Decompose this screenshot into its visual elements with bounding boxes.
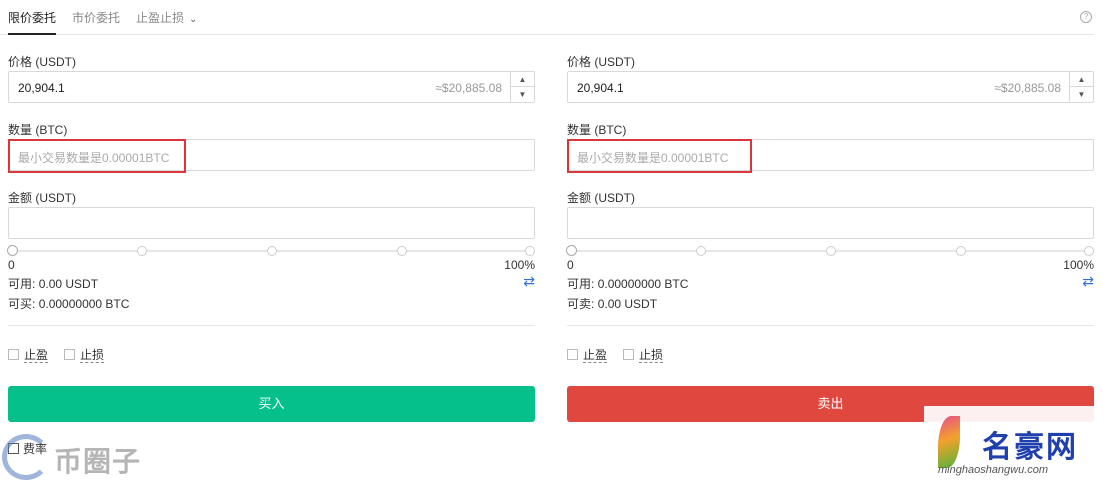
sell-price-label: 价格 (USDT) — [567, 55, 635, 69]
buy-stop-loss-label: 止损 — [80, 348, 105, 363]
buy-available-value: 0.00 USDT — [38, 277, 99, 291]
sell-total-label: 金额 (USDT) — [567, 191, 635, 205]
sell-available-value: 0.00000000 BTC — [597, 277, 689, 291]
swap-arrows-icon[interactable]: ⇄ — [523, 273, 535, 290]
buy-can-value: 0.00000000 BTC — [38, 297, 130, 311]
watermark-right-text: 名豪网 — [982, 431, 1078, 464]
watermark-logo-icon — [2, 434, 50, 480]
slider-min-label: 0 — [567, 258, 574, 272]
buy-price-stepper: ▲ ▼ — [510, 72, 534, 102]
buy-stop-loss-checkbox[interactable]: 止损 — [64, 346, 105, 363]
buy-percent-slider[interactable] — [7, 245, 535, 256]
slider-mark-25[interactable] — [137, 246, 147, 256]
watermark-left-text: 币圈子 — [54, 446, 142, 477]
caret-up-icon[interactable]: ▲ — [1070, 72, 1093, 87]
buy-take-profit-label: 止盈 — [24, 348, 49, 363]
slider-handle[interactable] — [566, 245, 577, 256]
caret-up-icon[interactable]: ▲ — [511, 72, 534, 87]
sell-total-input[interactable] — [567, 207, 1094, 239]
buy-available-label: 可用: — [8, 277, 36, 291]
checkbox-box[interactable] — [8, 349, 19, 360]
sell-price-value: 20,904.1 — [577, 81, 624, 95]
sell-available-label: 可用: — [567, 277, 595, 291]
sell-can-value: 0.00 USDT — [597, 297, 658, 311]
buy-available: 可用: 0.00 USDT — [8, 275, 98, 292]
caret-down-icon[interactable]: ▼ — [1070, 87, 1093, 102]
slider-mark-100[interactable] — [1084, 246, 1094, 256]
sell-take-profit-label: 止盈 — [583, 348, 608, 363]
sell-stop-loss-checkbox[interactable]: 止损 — [623, 346, 664, 363]
slider-mark-75[interactable] — [397, 246, 407, 256]
watermark-left: 币圈子 — [0, 430, 160, 482]
buy-take-profit-checkbox[interactable]: 止盈 — [8, 346, 49, 363]
slider-max-label: 100% — [504, 258, 535, 272]
buy-price-label: 价格 (USDT) — [8, 55, 76, 69]
buy-amount-highlight — [8, 139, 186, 173]
checkbox-box[interactable] — [64, 349, 75, 360]
sell-can-label: 可卖: — [567, 297, 595, 311]
slider-min-label: 0 — [8, 258, 15, 272]
sell-available: 可用: 0.00000000 BTC — [567, 275, 688, 292]
divider — [567, 325, 1094, 326]
caret-down-icon[interactable]: ▼ — [511, 87, 534, 102]
slider-handle[interactable] — [7, 245, 18, 256]
sell-price-stepper: ▲ ▼ — [1069, 72, 1093, 102]
sell-percent-slider[interactable] — [566, 245, 1094, 256]
watermark-right-url: minghaoshangwu.com — [938, 464, 1049, 476]
buy-price-approx: ≈$20,885.08 — [435, 81, 502, 95]
divider — [8, 325, 535, 326]
buy-price-input[interactable]: 20,904.1 ≈$20,885.08 ▲ ▼ — [8, 71, 535, 103]
slider-max-label: 100% — [1063, 258, 1094, 272]
sell-can-sell: 可卖: 0.00 USDT — [567, 295, 657, 312]
swap-arrows-icon[interactable]: ⇄ — [1082, 273, 1094, 290]
slider-mark-75[interactable] — [956, 246, 966, 256]
buy-amount-label: 数量 (BTC) — [8, 123, 68, 137]
sell-price-input[interactable]: 20,904.1 ≈$20,885.08 ▲ ▼ — [567, 71, 1094, 103]
sell-price-approx: ≈$20,885.08 — [994, 81, 1061, 95]
sell-take-profit-checkbox[interactable]: 止盈 — [567, 346, 608, 363]
watermark-right: 名豪网 minghaoshangwu.com — [924, 406, 1103, 482]
sell-stop-loss-label: 止损 — [639, 348, 664, 363]
checkbox-box[interactable] — [623, 349, 634, 360]
buy-can-label: 可买: — [8, 297, 36, 311]
slider-mark-100[interactable] — [525, 246, 535, 256]
sell-amount-highlight — [567, 139, 752, 173]
buy-panel: 价格 (USDT) 20,904.1 ≈$20,885.08 ▲ ▼ 数量 (B… — [7, 0, 535, 482]
buy-price-value: 20,904.1 — [18, 81, 65, 95]
slider-mark-25[interactable] — [696, 246, 706, 256]
buy-can-buy: 可买: 0.00000000 BTC — [8, 295, 129, 312]
buy-total-label: 金额 (USDT) — [8, 191, 76, 205]
slider-mark-50[interactable] — [267, 246, 277, 256]
buy-total-input[interactable] — [8, 207, 535, 239]
slider-mark-50[interactable] — [826, 246, 836, 256]
buy-button[interactable]: 买入 — [8, 386, 535, 422]
sell-amount-label: 数量 (BTC) — [567, 123, 627, 137]
watermark-leaf-icon — [938, 416, 960, 468]
checkbox-box[interactable] — [567, 349, 578, 360]
